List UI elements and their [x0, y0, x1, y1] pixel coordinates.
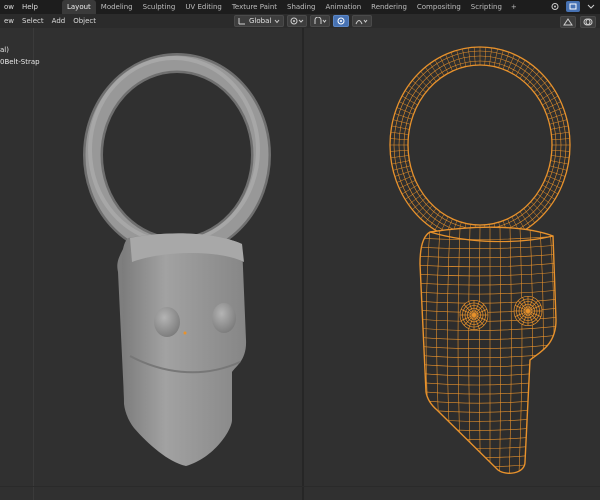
solid-belt-strap-model[interactable] — [83, 53, 271, 466]
wireframe-belt-strap-model[interactable] — [388, 45, 572, 478]
ring-wire-segments — [390, 47, 570, 243]
scene-render — [83, 45, 572, 478]
